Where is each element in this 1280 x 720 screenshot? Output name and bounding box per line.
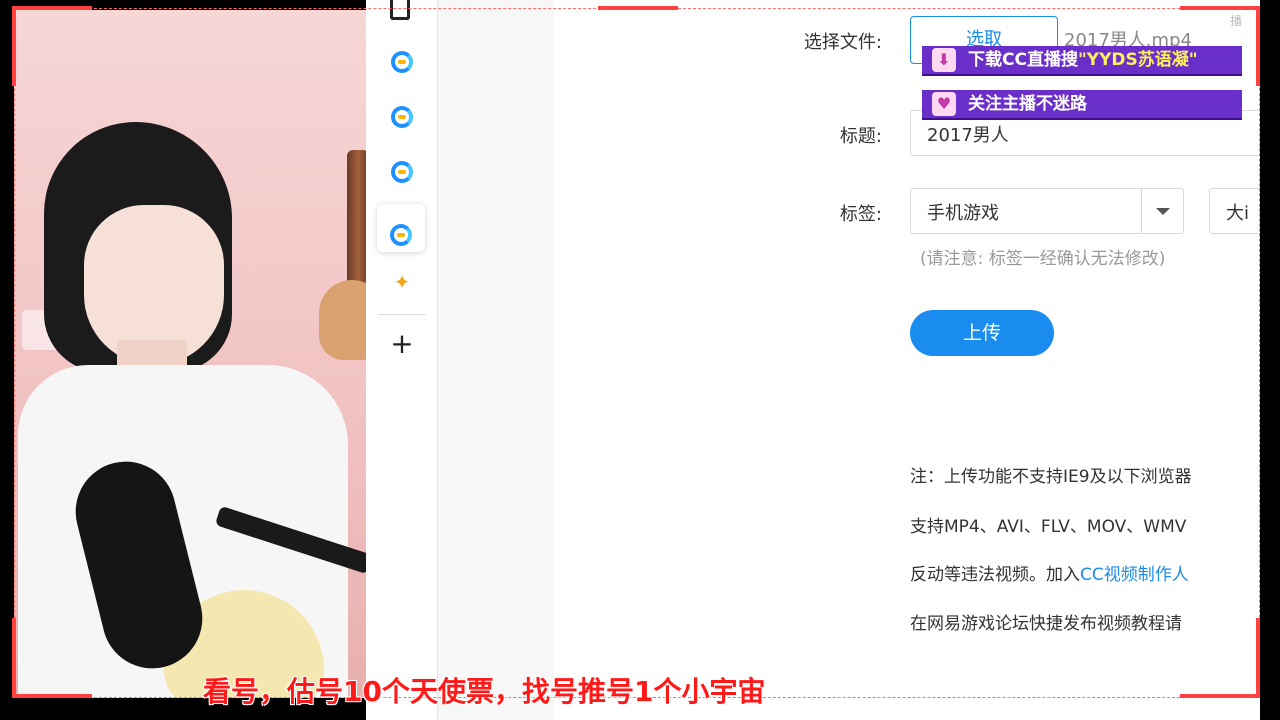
frame-corner — [1256, 6, 1260, 86]
frame-border — [14, 8, 1260, 698]
frame-corner — [12, 6, 92, 10]
stream-screen: ✦ + 选择文件: 选取 2017男人.mp4 标题: 2017男人 标签: 手… — [0, 0, 1280, 720]
frame-corner — [12, 618, 16, 698]
frame-corner — [12, 6, 16, 86]
frame-corner — [598, 6, 678, 10]
frame-corner — [1180, 694, 1260, 698]
right-edge-bar — [1260, 0, 1280, 720]
stream-caption: 看号，估号10个天使票，找号推号1个小宇宙 — [203, 675, 766, 708]
frame-corner — [1256, 618, 1260, 698]
frame-corner — [12, 694, 92, 698]
frame-corner — [1180, 6, 1260, 10]
